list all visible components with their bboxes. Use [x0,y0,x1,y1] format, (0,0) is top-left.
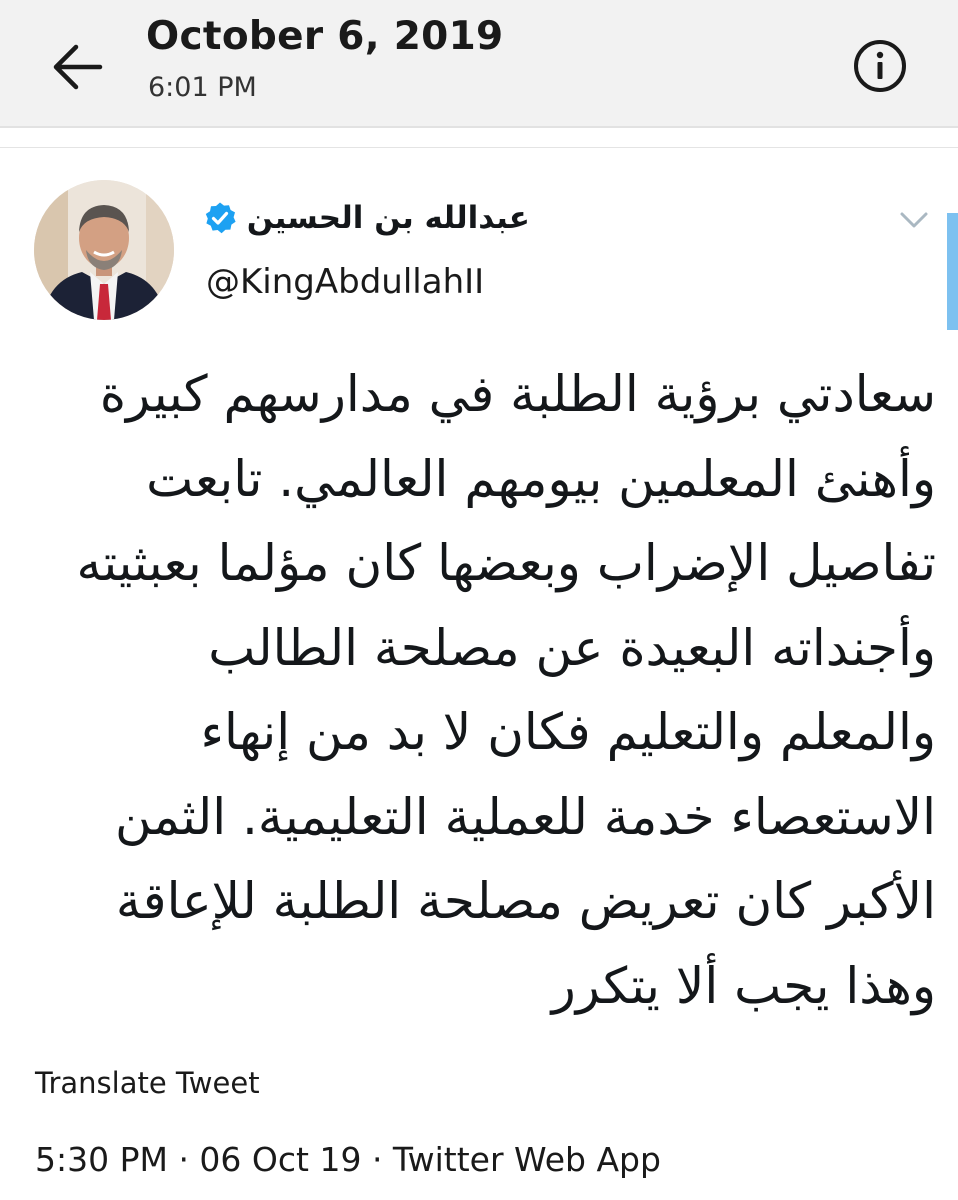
info-circle-icon [854,40,906,92]
scrollbar-thumb[interactable] [947,213,958,330]
top-app-bar: October 6, 2019 6:01 PM [0,0,958,128]
tweet-text-line: وهذا يجب ألا يتكرر [551,956,936,1015]
arrow-left-icon [53,44,103,90]
chevron-down-icon [900,212,928,228]
tweet-text-line: الاستعصاء خدمة للعملية التعليمية. الثمن [114,787,936,846]
tweet-text-line: سعادتي برؤية الطلبة في مدارسهم كبيرة [99,365,936,423]
divider [0,147,958,148]
translate-tweet-link[interactable]: Translate Tweet [35,1066,260,1100]
display-name: عبدالله بن الحسين [246,200,530,236]
verified-badge-icon [203,201,237,235]
tweet-metadata: 5:30 PM · 06 Oct 19 · Twitter Web App [35,1140,661,1179]
info-button[interactable] [850,36,910,96]
author-name-row[interactable]: عبدالله بن الحسين [200,188,530,248]
tweet-text-line: الأكبر كان تعريض مصلحة الطلبة للإعاقة [115,872,936,930]
avatar[interactable] [34,180,174,320]
user-handle[interactable]: @KingAbdullahII [206,262,484,302]
header-time: 6:01 PM [148,72,257,103]
tweet-text-line: وأهنئ المعلمين بيومهم العالمي. تابعت [146,449,936,508]
tweet-text: سعادتي برؤية الطلبة في مدارسهم كبيرة وأه… [36,352,937,1028]
tweet-text-line: وأجنداته البعيدة عن مصلحة الطالب [208,618,936,677]
back-button[interactable] [48,38,106,96]
header-date: October 6, 2019 [146,14,504,59]
tweet-text-line: تفاصيل الإضراب وبعضها كان مؤلما بعبثيته [76,534,937,592]
tweet-text-line: والمعلم والتعليم فكان لا بد من إنهاء [200,703,936,761]
profile-photo [34,180,174,320]
tweet-options-button[interactable] [890,200,938,240]
